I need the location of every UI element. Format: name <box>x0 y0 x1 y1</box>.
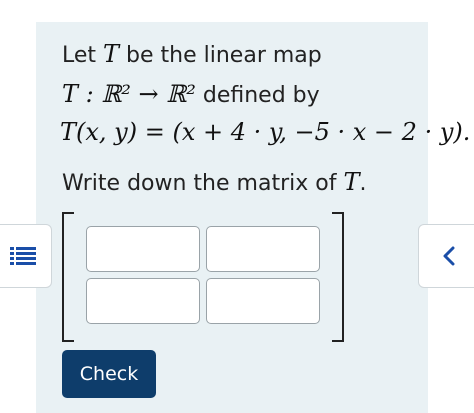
text-let: Let <box>62 43 104 68</box>
check-button[interactable]: Check <box>62 350 156 398</box>
matrix-cell-2-1[interactable] <box>86 278 200 324</box>
math-T-2: T <box>343 168 360 196</box>
list-icon <box>10 246 36 266</box>
matrix-cell-2-2[interactable] <box>206 278 320 324</box>
chevron-left-icon <box>442 245 456 267</box>
math-definition: T(x, y) = (x + 4 · y, −5 · x − 2 · y). <box>60 118 471 146</box>
problem-line-1: Let T be the linear map <box>62 40 322 68</box>
matrix-cell-1-1[interactable] <box>86 226 200 272</box>
problem-line-4: Write down the matrix of T. <box>62 168 366 196</box>
math-map-signature: T : ℝ² → ℝ² <box>62 80 196 108</box>
question-list-button[interactable] <box>0 224 52 288</box>
problem-line-3: T(x, y) = (x + 4 · y, −5 · x − 2 · y). <box>60 118 470 146</box>
text-be-linear-map: be the linear map <box>119 43 322 68</box>
text-write-down: Write down the matrix of <box>62 171 344 196</box>
problem-line-2: T : ℝ² → ℝ² defined by <box>62 80 320 108</box>
collapse-panel-button[interactable] <box>418 224 474 288</box>
math-T: T <box>103 40 120 68</box>
page: Let T be the linear map T : ℝ² → ℝ² defi… <box>0 0 474 413</box>
matrix-left-bracket <box>62 212 74 342</box>
matrix-right-bracket <box>332 212 344 342</box>
text-defined-by: defined by <box>195 83 320 108</box>
text-period: . <box>359 171 367 196</box>
matrix-cell-1-2[interactable] <box>206 226 320 272</box>
